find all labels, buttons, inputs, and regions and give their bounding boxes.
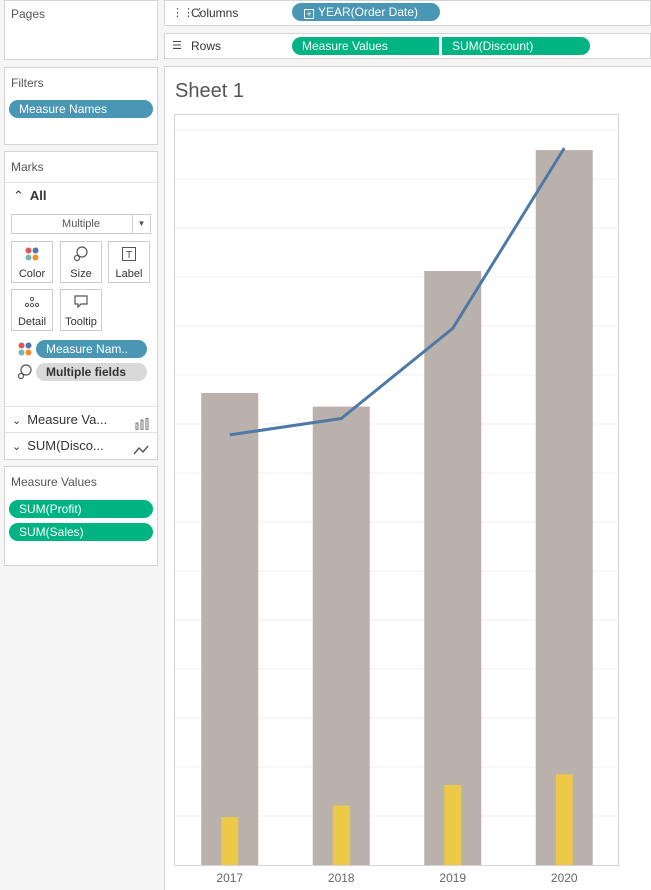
marks-title: Marks: [11, 160, 44, 174]
label-button[interactable]: T Label: [108, 241, 150, 283]
marks-card: Marks ⌃ All Multiple ▼ Color Size T Label…: [4, 151, 158, 460]
bar-profit-2019[interactable]: [444, 785, 462, 865]
detail-button[interactable]: Detail: [11, 289, 53, 331]
chevron-up-icon: ⌃: [13, 188, 24, 203]
marks-all-label: All: [29, 188, 47, 203]
text-label-icon: T: [109, 246, 149, 268]
bar-profit-2017[interactable]: [221, 817, 239, 865]
marks-section-label: SUM(Disco...: [27, 438, 104, 453]
pages-card: Pages: [4, 0, 158, 60]
marks-all-row[interactable]: ⌃ All: [5, 182, 157, 208]
expand-plus-icon: +: [304, 9, 314, 19]
x-tick-label: 2018: [327, 871, 355, 885]
sheet-title: Sheet 1: [175, 80, 244, 102]
rows-label: Rows: [191, 39, 222, 53]
bar-sales-2020[interactable]: [535, 150, 593, 865]
bar-profit-2020[interactable]: [555, 774, 573, 865]
pages-title: Pages: [11, 7, 46, 21]
color-button[interactable]: Color: [11, 241, 53, 283]
size-button[interactable]: Size: [60, 241, 102, 283]
measure-value-pill-sum-profit[interactable]: SUM(Profit): [9, 500, 153, 518]
color-button-label: Color: [18, 268, 46, 280]
measure-values-card: Measure Values SUM(Profit) SUM(Sales): [4, 466, 158, 566]
svg-text:T: T: [125, 250, 133, 261]
row-pill-measure-values[interactable]: Measure Values: [292, 37, 439, 55]
filters-card: Filters Measure Names: [4, 67, 158, 145]
measure-value-pill-sum-sales[interactable]: SUM(Sales): [9, 523, 153, 541]
column-pill-year-order-date[interactable]: + YEAR(Order Date): [292, 3, 440, 21]
label-button-label: Label: [115, 268, 143, 280]
row-pill-sum-discount[interactable]: SUM(Discount): [442, 37, 590, 55]
columns-label: Columns: [191, 6, 239, 20]
chevron-down-icon: ⌄: [12, 415, 22, 427]
bar-profit-2018[interactable]: [332, 805, 350, 865]
filters-title: Filters: [11, 76, 44, 90]
filter-pill-measure-names[interactable]: Measure Names: [9, 100, 153, 118]
tooltip-button-label: Tooltip: [65, 316, 97, 328]
size-button-label: Size: [70, 268, 92, 280]
column-pill-label: YEAR(Order Date): [318, 5, 419, 19]
marks-section-label: Measure Va...: [27, 412, 108, 427]
x-tick-label: 2020: [550, 871, 578, 885]
chart: [174, 114, 619, 866]
size-encoding-icon: [17, 364, 33, 385]
mark-type-value: Multiple: [62, 218, 100, 230]
detail-dots-icon: [12, 294, 52, 316]
tooltip-bubble-icon: [61, 294, 101, 316]
size-icon: [61, 246, 101, 268]
marks-section-sum-discount[interactable]: ⌄ SUM(Disco...: [5, 432, 157, 458]
tooltip-button[interactable]: Tooltip: [60, 289, 102, 331]
x-tick-label: 2019: [439, 871, 467, 885]
chevron-down-icon: ▼: [132, 215, 150, 233]
color-dots-icon: [12, 246, 52, 268]
color-encoding-icon: [17, 341, 33, 362]
size-pill-multiple-fields[interactable]: Multiple fields: [36, 363, 147, 381]
detail-button-label: Detail: [17, 316, 47, 328]
chevron-down-icon: ⌄: [12, 441, 22, 453]
color-pill-measure-names[interactable]: Measure Nam..: [36, 340, 147, 358]
bar-sales-2019[interactable]: [424, 271, 482, 865]
line-chart-icon: [133, 439, 149, 465]
mark-type-dropdown[interactable]: Multiple ▼: [11, 214, 151, 234]
bar-sales-2017[interactable]: [201, 392, 259, 865]
bar-sales-2018[interactable]: [312, 406, 370, 865]
x-tick-label: 2017: [216, 871, 244, 885]
measure-values-title: Measure Values: [11, 475, 97, 489]
rows-icon: ☰: [172, 40, 182, 52]
marks-section-measure-values[interactable]: ⌄ Measure Va...: [5, 406, 157, 432]
